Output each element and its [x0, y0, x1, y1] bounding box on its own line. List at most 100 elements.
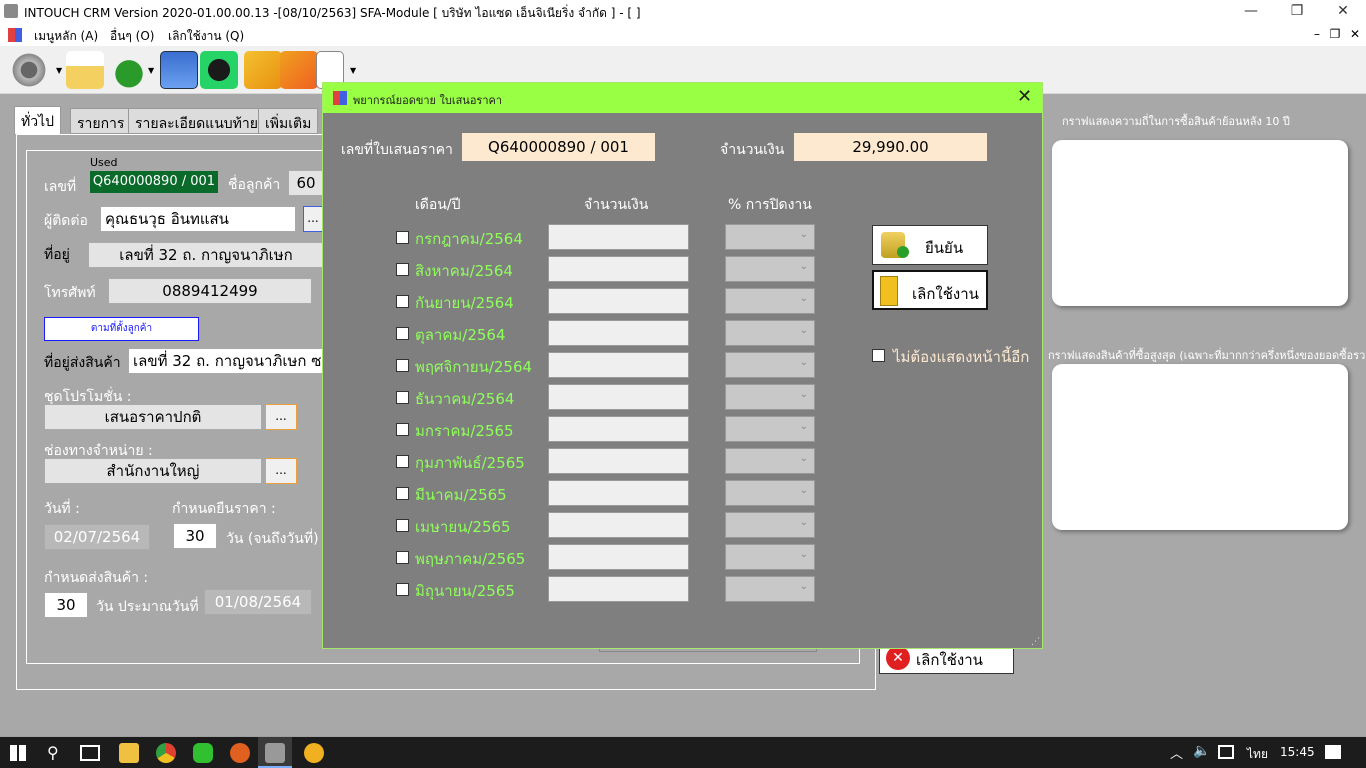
customer-field[interactable]: 60 [288, 170, 324, 196]
maximize-button[interactable]: ❐ [1274, 0, 1320, 24]
chevron-down-icon: ⌄ [799, 421, 808, 432]
close-percent-dropdown[interactable]: ⌄ [725, 320, 815, 346]
chevron-down-icon[interactable]: ▼ [56, 66, 62, 75]
close-percent-dropdown[interactable]: ⌄ [725, 384, 815, 410]
whatsapp-icon[interactable] [200, 51, 238, 89]
delivery-suffix-label: วัน ประมาณวันที่ [96, 599, 199, 615]
month-checkbox[interactable] [396, 551, 409, 564]
month-label: เมษายน/2565 [415, 518, 511, 536]
col-month-header: เดือน/ปี [415, 197, 461, 213]
resize-grip[interactable]: ⋰ [1031, 637, 1040, 647]
handshake-icon[interactable] [244, 51, 282, 89]
close-button[interactable]: ✕ [1320, 0, 1366, 24]
close-percent-dropdown[interactable]: ⌄ [725, 352, 815, 378]
month-checkbox[interactable] [396, 295, 409, 308]
intouch-taskbar-item[interactable] [258, 737, 292, 768]
document-icon[interactable] [66, 51, 104, 89]
close-percent-dropdown[interactable]: ⌄ [725, 544, 815, 570]
channel-lookup-button[interactable]: ... [265, 458, 297, 484]
file-explorer-icon[interactable] [119, 743, 139, 763]
close-percent-dropdown[interactable]: ⌄ [725, 448, 815, 474]
language-indicator[interactable]: ไทย [1247, 745, 1268, 764]
month-amount-input[interactable] [548, 576, 689, 602]
month-checkbox[interactable] [396, 391, 409, 404]
chevron-down-icon[interactable]: ▼ [350, 66, 356, 75]
chart-icon[interactable] [160, 51, 198, 89]
phone-field[interactable]: 0889412499 [108, 278, 312, 304]
chevron-down-icon[interactable]: ▼ [148, 66, 154, 75]
dont-show-label: ไม่ต้องแสดงหน้านี้อีก [893, 348, 1030, 366]
month-checkbox[interactable] [396, 583, 409, 596]
month-amount-input[interactable] [548, 448, 689, 474]
month-checkbox[interactable] [396, 359, 409, 372]
month-checkbox[interactable] [396, 327, 409, 340]
chrome-icon[interactable] [156, 743, 176, 763]
clock[interactable]: 15:45 [1280, 745, 1315, 759]
month-amount-input[interactable] [548, 256, 689, 282]
month-checkbox[interactable] [396, 519, 409, 532]
month-checkbox[interactable] [396, 231, 409, 244]
dialog-cancel-button[interactable]: เลิกใช้งาน [872, 270, 988, 310]
valid-days-field[interactable]: 30 [173, 523, 217, 549]
mdi-restore-button[interactable]: ❐ [1324, 26, 1346, 44]
settings-gear-icon[interactable] [10, 51, 48, 89]
date-field[interactable]: 02/07/2564 [44, 524, 150, 550]
close-percent-dropdown[interactable]: ⌄ [725, 416, 815, 442]
frequency-chart [1052, 140, 1348, 306]
chevron-up-icon[interactable]: ︿ [1170, 743, 1183, 762]
chevron-down-icon: ⌄ [799, 517, 808, 528]
money-bag-icon[interactable] [110, 51, 148, 89]
search-icon[interactable]: ⚲ [47, 743, 59, 762]
mdi-close-button[interactable]: ✕ [1344, 26, 1366, 44]
same-as-customer-button[interactable]: ตามที่ตั้งลูกค้า [44, 317, 199, 341]
tab-additional[interactable]: เพิ่มเติม [258, 108, 319, 134]
month-amount-input[interactable] [548, 384, 689, 410]
tab-items[interactable]: รายการ [70, 108, 132, 134]
app-icon[interactable] [304, 743, 324, 763]
month-amount-input[interactable] [548, 352, 689, 378]
delivery-days-field[interactable]: 30 [44, 592, 88, 618]
contact-lookup-button[interactable]: ... [303, 206, 323, 232]
tab-attachment-details[interactable]: รายละเอียดแนบท้าย [128, 108, 265, 134]
delivery-date-field[interactable]: 01/08/2564 [204, 589, 312, 615]
volume-icon[interactable]: 🔈 [1193, 743, 1210, 759]
menu-main[interactable]: เมนูหลัก (A) [34, 27, 98, 46]
dont-show-checkbox[interactable] [872, 349, 885, 362]
dialog-close-button[interactable]: ✕ [1017, 86, 1032, 107]
month-label: กุมภาพันธ์/2565 [415, 454, 525, 472]
close-percent-dropdown[interactable]: ⌄ [725, 288, 815, 314]
confirm-button[interactable]: ยืนยัน [872, 225, 988, 265]
promo-lookup-button[interactable]: ... [265, 404, 297, 430]
menu-other[interactable]: อื่นๆ (O) [110, 27, 154, 46]
month-amount-input[interactable] [548, 224, 689, 250]
task-view-icon[interactable] [80, 745, 100, 761]
month-amount-input[interactable] [548, 480, 689, 506]
pin-icon[interactable] [280, 51, 318, 89]
ship-address-field[interactable]: เลขที่ 32 ถ. กาญจนาภิเษก ซ. [128, 348, 324, 374]
doc-no-field: Q640000890 / 001 [89, 170, 219, 194]
windows-start-icon[interactable] [10, 745, 26, 761]
month-checkbox[interactable] [396, 263, 409, 276]
month-checkbox[interactable] [396, 423, 409, 436]
menu-quit[interactable]: เลิกใช้งาน (Q) [168, 27, 244, 46]
month-amount-input[interactable] [548, 544, 689, 570]
address-field[interactable]: เลขที่ 32 ถ. กาญจนาภิเษก [88, 242, 324, 268]
month-amount-input[interactable] [548, 288, 689, 314]
basketball-app-icon[interactable] [230, 743, 250, 763]
close-percent-dropdown[interactable]: ⌄ [725, 512, 815, 538]
minimize-button[interactable]: — [1228, 0, 1274, 24]
contact-field[interactable]: คุณธนวุธ อินทแสน [100, 206, 296, 232]
month-checkbox[interactable] [396, 455, 409, 468]
line-icon[interactable] [193, 743, 213, 763]
tab-general[interactable]: ทั่วไป [14, 106, 62, 134]
close-percent-dropdown[interactable]: ⌄ [725, 576, 815, 602]
month-amount-input[interactable] [548, 320, 689, 346]
month-amount-input[interactable] [548, 416, 689, 442]
month-amount-input[interactable] [548, 512, 689, 538]
close-percent-dropdown[interactable]: ⌄ [725, 480, 815, 506]
close-percent-dropdown[interactable]: ⌄ [725, 256, 815, 282]
close-percent-dropdown[interactable]: ⌄ [725, 224, 815, 250]
month-checkbox[interactable] [396, 487, 409, 500]
notification-icon[interactable] [1325, 745, 1341, 759]
network-icon[interactable] [1218, 745, 1234, 759]
